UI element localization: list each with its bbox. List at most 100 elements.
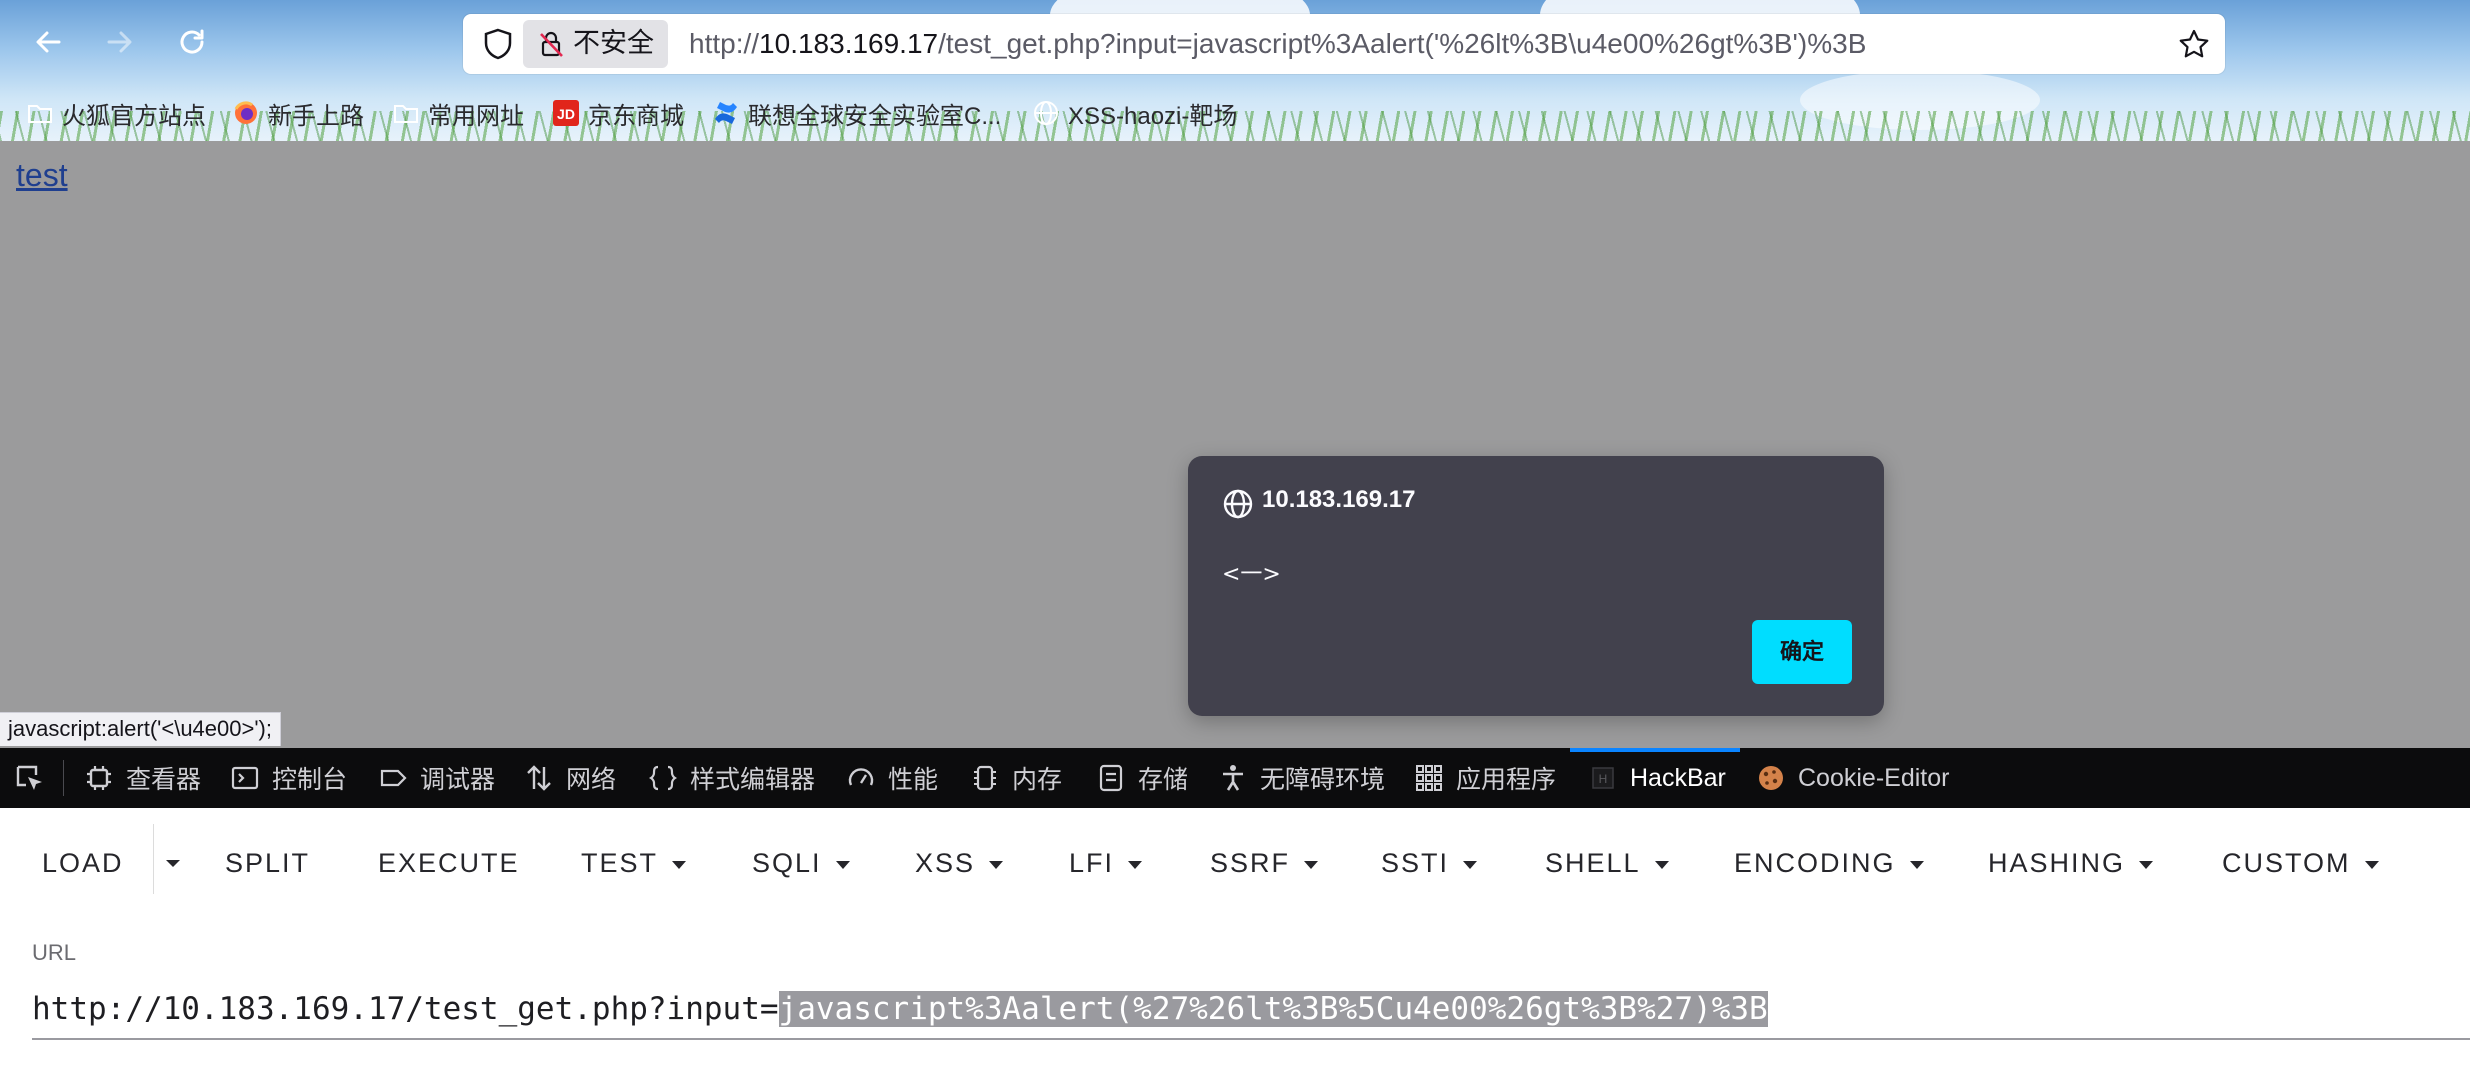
bookmark-item[interactable]: 火狐官方站点 (26, 90, 206, 136)
tab-accessibility[interactable]: 无障碍环境 (1218, 748, 1385, 808)
tab-label: 调试器 (420, 766, 496, 794)
chevron-down-icon (1909, 860, 1924, 869)
storage-icon (1099, 764, 1123, 792)
tab-label: 控制台 (272, 766, 348, 794)
bookmark-item[interactable]: 常用网址 (392, 90, 524, 136)
bookmark-item[interactable]: XSS-haozi-靶场 (1032, 90, 1237, 136)
tab-application[interactable]: 应用程序 (1414, 748, 1556, 808)
tab-inspector[interactable]: 查看器 (84, 748, 201, 808)
chevron-down-icon (2364, 860, 2379, 869)
accessibility-icon (1223, 765, 1243, 791)
menu-label: SHELL (1545, 848, 1641, 878)
tab-label: 内存 (1012, 766, 1063, 794)
chevron-down-icon (1463, 860, 1478, 869)
bookmark-item[interactable]: 联想全球安全实验室C... (712, 90, 1001, 136)
menu-label: CUSTOM (2222, 848, 2351, 878)
security-label: 不安全 (573, 28, 654, 59)
folder-icon (394, 105, 418, 123)
menu-label: ENCODING (1734, 848, 1896, 878)
hackbar-url-input[interactable]: http://10.183.169.17/test_get.php?input=… (32, 978, 2470, 1040)
bookmark-label: 火狐官方站点 (62, 102, 206, 130)
arrow-left-icon (36, 31, 61, 53)
tab-label: 查看器 (126, 766, 202, 794)
bookmark-star-icon[interactable] (2177, 27, 2211, 61)
devtools-tabbar: 查看器 控制台 调试器 网络 样式编辑器 性能 内存 存储 无障碍环境 应用程序… (0, 748, 2470, 808)
globe-icon (1223, 489, 1253, 519)
cookie-icon (1759, 766, 1783, 790)
hackbar-test-menu[interactable]: TEST (581, 838, 687, 888)
tab-label: 应用程序 (1456, 766, 1557, 794)
tab-performance[interactable]: 性能 (846, 748, 938, 808)
bookmark-label: 常用网址 (428, 102, 524, 130)
browser-toolbar: 不安全 http://10.183.169.17/test_get.php?in… (0, 0, 2470, 141)
tab-label: 网络 (566, 766, 617, 794)
load-options-chevron-down-icon[interactable] (161, 846, 185, 880)
performance-icon (848, 768, 874, 786)
jd-icon: JD (553, 100, 579, 126)
tab-memory[interactable]: 内存 (970, 748, 1062, 808)
tab-cookie-editor[interactable]: Cookie-Editor (1756, 748, 1949, 808)
chevron-down-icon (1654, 860, 1669, 869)
bookmark-item[interactable]: 新手上路 (232, 90, 364, 136)
hackbar-ssrf-menu[interactable]: SSRF (1210, 838, 1319, 888)
tab-network[interactable]: 网络 (524, 748, 616, 808)
application-icon (1416, 765, 1442, 791)
tab-style-editor[interactable]: 样式编辑器 (648, 748, 815, 808)
url-plain-text: http://10.183.169.17/test_get.php?input= (32, 991, 779, 1027)
bookmark-item[interactable]: JD 京东商城 (552, 90, 684, 136)
hackbar-sqli-menu[interactable]: SQLI (752, 838, 850, 888)
hackbar-execute-button[interactable]: EXECUTE (378, 838, 520, 888)
toolbar-divider (63, 760, 64, 796)
bookmarks-toolbar: 火狐官方站点 新手上路 常用网址 JD 京东商城 联想全球安全实验室C... X… (0, 90, 2470, 136)
chevron-down-icon (989, 860, 1004, 869)
bookmark-label: 京东商城 (588, 102, 684, 130)
hackbar-load-button[interactable]: LOAD (42, 838, 124, 888)
confluence-icon (715, 102, 737, 124)
menu-label: HASHING (1988, 848, 2126, 878)
folder-icon (28, 105, 52, 123)
menu-label: TEST (581, 848, 659, 878)
menu-label: SQLI (752, 848, 822, 878)
menu-label: SSRF (1210, 848, 1291, 878)
tab-hackbar[interactable]: H HackBar (1570, 748, 1740, 808)
hackbar-lfi-menu[interactable]: LFI (1069, 838, 1143, 888)
url-selected-text: javascript%3Aalert(%27%26lt%3B%5Cu4e00%2… (778, 991, 1768, 1027)
hackbar-xss-menu[interactable]: XSS (915, 838, 1004, 888)
bookmark-label: 新手上路 (268, 102, 364, 130)
hackbar-ssti-menu[interactable]: SSTI (1381, 838, 1478, 888)
alert-origin: 10.183.169.17 (1262, 486, 1416, 513)
console-icon (231, 766, 259, 790)
tracking-protection-shield-icon[interactable] (481, 27, 515, 61)
url-text[interactable]: http://10.183.169.17/test_get.php?input=… (689, 14, 1866, 74)
page-content: test 10.183.169.17 <一> 确定 (0, 141, 2470, 748)
bookmark-label: XSS-haozi-靶场 (1068, 102, 1238, 130)
tab-label: 存储 (1138, 766, 1189, 794)
style-editor-icon (649, 765, 677, 791)
tab-debugger[interactable]: 调试器 (378, 748, 495, 808)
hackbar-split-button[interactable]: SPLIT (225, 838, 310, 888)
tab-console[interactable]: 控制台 (230, 748, 347, 808)
alert-ok-button[interactable]: 确定 (1752, 620, 1852, 684)
chevron-down-icon (672, 860, 687, 869)
debugger-icon (380, 769, 407, 787)
hackbar-hashing-menu[interactable]: HASHING (1988, 838, 2154, 888)
forward-button[interactable] (100, 22, 140, 62)
memory-icon (974, 765, 996, 791)
back-button[interactable] (28, 22, 68, 62)
toolbar-divider (153, 824, 154, 894)
hackbar-shell-menu[interactable]: SHELL (1545, 838, 1669, 888)
hackbar-encoding-menu[interactable]: ENCODING (1734, 838, 1924, 888)
url-scheme: http:// (689, 28, 760, 59)
menu-label: SSTI (1381, 848, 1450, 878)
element-picker-icon[interactable] (14, 763, 46, 795)
connection-not-secure-badge[interactable]: 不安全 (523, 20, 668, 68)
address-bar[interactable]: 不安全 http://10.183.169.17/test_get.php?in… (463, 14, 2225, 74)
link-status-bar: javascript:alert('<\u4e00>'); (0, 712, 281, 746)
reload-button[interactable] (172, 22, 212, 62)
bookmark-label: 联想全球安全实验室C... (748, 102, 1002, 130)
test-link[interactable]: test (16, 157, 68, 194)
hackbar-custom-menu[interactable]: CUSTOM (2222, 838, 2379, 888)
tab-storage[interactable]: 存储 (1096, 748, 1188, 808)
reload-icon (180, 29, 204, 54)
alert-message: <一> (1222, 562, 1281, 587)
